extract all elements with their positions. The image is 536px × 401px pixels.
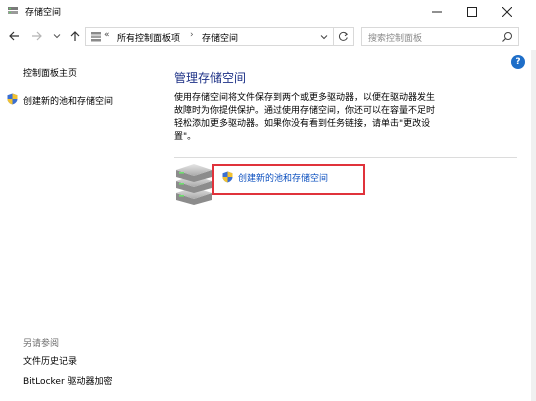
page-description: 使用存储空间将文件保存到两个或更多驱动器，以便在驱动器发生故障时为你提供保护。通… (174, 93, 436, 142)
up-button[interactable] (67, 28, 83, 44)
sidebar-create-pool-link[interactable]: 创建新的池和存储空间 (23, 94, 113, 107)
see-also-file-history[interactable]: 文件历史记录 (23, 354, 77, 367)
forward-button[interactable] (29, 28, 45, 44)
navigation-bar: « 所有控制面板项 › 存储空间 搜索控制面板 (0, 26, 536, 48)
page-title: 管理存储空间 (174, 71, 247, 85)
address-dropdown-icon[interactable] (318, 31, 330, 43)
uac-shield-icon (222, 171, 233, 183)
minimize-button[interactable] (420, 0, 454, 24)
see-also-heading: 另请参阅 (23, 339, 60, 349)
create-pool-link-label[interactable]: 创建新的池和存储空间 (238, 171, 328, 184)
search-box[interactable]: 搜索控制面板 (361, 27, 519, 46)
see-also-bitlocker[interactable]: BitLocker 驱动器加密 (23, 374, 113, 387)
search-placeholder: 搜索控制面板 (368, 34, 423, 44)
close-icon (502, 7, 512, 17)
control-panel-icon (91, 32, 101, 42)
address-overflow-chevron[interactable]: « (104, 30, 110, 40)
title-bar: 存储空间 (0, 0, 536, 24)
chevron-down-icon (53, 34, 61, 39)
minimize-icon (432, 11, 442, 13)
up-arrow-icon (70, 31, 80, 41)
back-button[interactable] (6, 28, 22, 44)
maximize-button[interactable] (455, 0, 489, 24)
maximize-icon (467, 7, 477, 17)
scrollbar[interactable] (531, 50, 536, 401)
back-arrow-icon (9, 31, 19, 41)
address-bar[interactable]: « 所有控制面板项 › 存储空间 (85, 27, 334, 46)
breadcrumb-storage-spaces[interactable]: 存储空间 (202, 31, 238, 44)
help-icon[interactable]: ? (511, 55, 525, 69)
uac-shield-icon (7, 93, 18, 105)
storage-drives-icon (176, 164, 212, 205)
sidebar-control-panel-home[interactable]: 控制面板主页 (23, 66, 77, 79)
breadcrumb-separator[interactable]: › (190, 30, 194, 40)
breadcrumb-all-control-panel-items[interactable]: 所有控制面板项 (117, 31, 180, 44)
close-button[interactable] (490, 0, 524, 24)
storage-spaces-app-icon (8, 7, 18, 14)
refresh-icon (339, 31, 349, 41)
create-pool-link[interactable]: 创建新的池和存储空间 (222, 170, 328, 184)
refresh-button[interactable] (334, 27, 354, 46)
search-icon[interactable] (501, 31, 513, 43)
recent-locations-button[interactable] (49, 28, 65, 44)
section-divider (174, 157, 517, 158)
window-title: 存储空间 (25, 8, 62, 18)
forward-arrow-icon (32, 31, 42, 41)
